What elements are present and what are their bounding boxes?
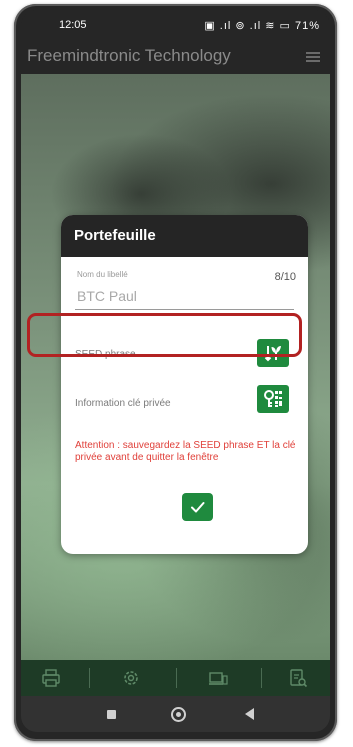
name-field[interactable]: BTC Paul	[77, 288, 137, 304]
home-icon[interactable]	[171, 707, 186, 722]
dialog-title: Portefeuille	[74, 227, 156, 244]
name-field-underline	[75, 309, 294, 310]
printer-icon[interactable]	[40, 667, 62, 689]
name-field-label: Nom du libellé	[77, 270, 128, 279]
settings-icon[interactable]	[120, 667, 142, 689]
status-bar: 12:05 ▣ .ıl ⊚ .ıl ≋ ▭ 71%	[21, 10, 330, 38]
status-time: 12:05	[59, 19, 87, 31]
dialog-header: Portefeuille	[61, 215, 308, 257]
app-bar: Freemindtronic Technology	[21, 38, 330, 74]
checkmark-icon	[191, 502, 205, 513]
name-char-counter: 8/10	[274, 271, 296, 283]
wallet-dialog: Portefeuille Nom du libellé 8/10 BTC Pau…	[61, 215, 308, 554]
private-key-button[interactable]	[257, 385, 289, 413]
devices-icon[interactable]	[207, 667, 229, 689]
back-icon[interactable]	[245, 708, 254, 720]
tab-divider	[176, 668, 177, 688]
warning-message: Attention : sauvegardez la SEED phrase E…	[75, 440, 296, 463]
seed-phrase-highlight-box	[27, 313, 302, 357]
phone-screen: 12:05 ▣ .ıl ⊚ .ıl ≋ ▭ 71% Freemindtronic…	[21, 10, 330, 732]
document-search-icon[interactable]	[287, 667, 309, 689]
app-title: Freemindtronic Technology	[27, 46, 231, 65]
tab-divider	[261, 668, 262, 688]
private-key-label: Information clé privée	[75, 398, 171, 409]
hamburger-icon[interactable]	[306, 52, 320, 62]
recents-icon[interactable]	[107, 710, 116, 719]
key-qr-icon	[264, 390, 282, 407]
confirm-button[interactable]	[182, 493, 213, 521]
bottom-tab-bar	[21, 660, 330, 696]
status-icons: ▣ .ıl ⊚ .ıl ≋ ▭ 71%	[204, 20, 320, 32]
system-nav-bar	[21, 696, 330, 732]
phone-frame: 12:05 ▣ .ıl ⊚ .ıl ≋ ▭ 71% Freemindtronic…	[14, 4, 337, 741]
tab-divider	[89, 668, 90, 688]
